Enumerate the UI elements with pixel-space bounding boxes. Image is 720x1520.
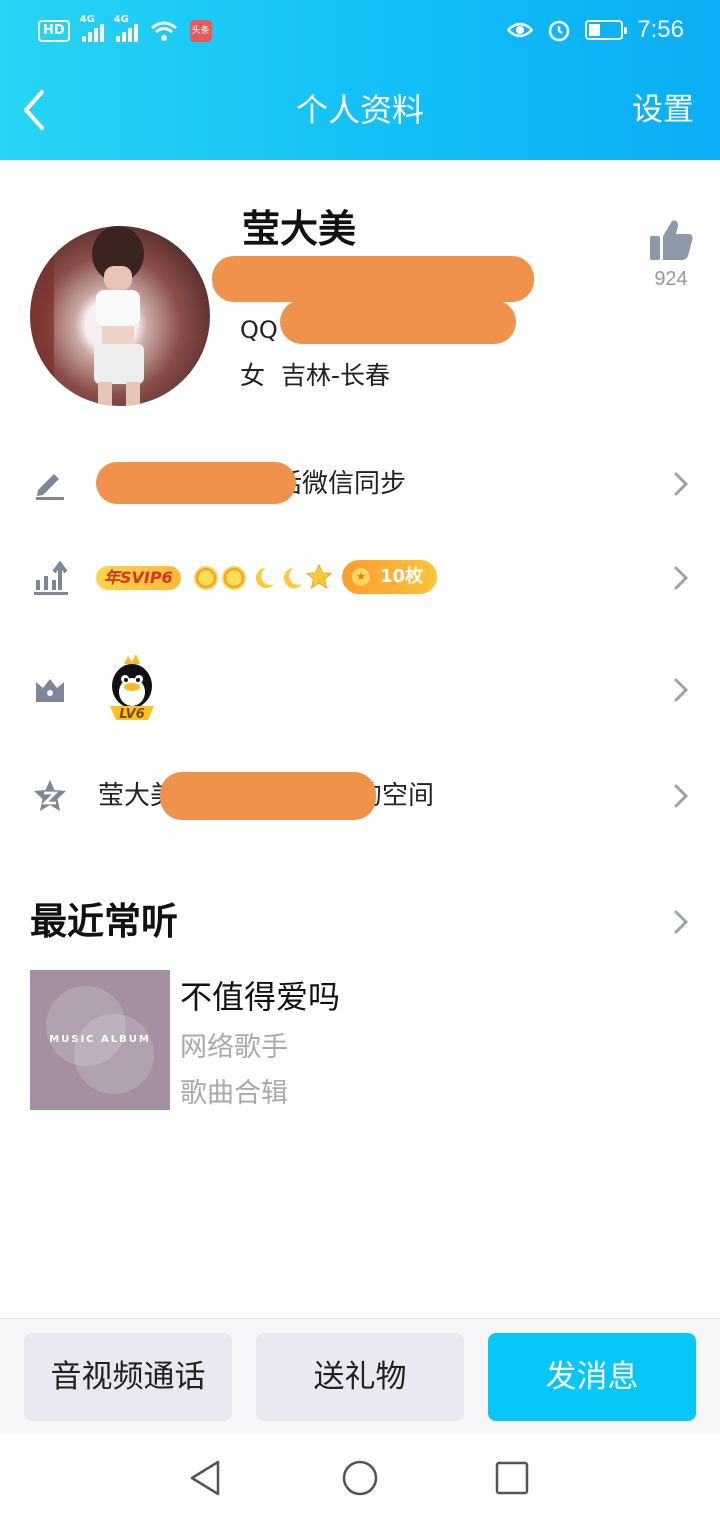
row-qzone[interactable]: 莹大美 的空间 [0,756,720,836]
row-signature[interactable]: 话微信同步 [0,444,720,524]
like-count: 924 [654,268,688,290]
row-level[interactable]: LV6 [0,650,720,730]
chevron-right-icon [674,784,689,808]
home-circle-icon[interactable] [340,1458,380,1498]
row-vip[interactable]: 年SVIP6 ★ 10枚 [0,538,720,618]
wifi-icon [150,21,177,41]
recents-square-icon[interactable] [492,1458,532,1498]
page-title: 个人资料 [295,91,424,129]
battery-icon [585,20,628,40]
sun-icon [194,566,218,590]
signal-icon: 4G [80,14,104,42]
star-icon [306,564,332,590]
svip-badge: 年SVIP6 [96,566,181,590]
edit-icon [36,474,64,500]
crown-icon [36,679,64,702]
profile-location-line: 女 吉林-长春 [240,358,390,394]
album-art[interactable]: MUSIC ALBUM [30,970,170,1110]
qzone-star-icon [34,780,66,811]
header: HD 4G 4G 头条 7:56 个人资料 设置 [0,0,720,160]
redaction-overlay [96,462,296,504]
song-album: 歌曲合辑 [180,1078,288,1109]
chevron-right-icon [674,678,689,702]
thumbs-up-icon [650,220,693,260]
clock: 7:56 [637,16,684,43]
action-bar: 音视频通话 送礼物 发消息 [0,1318,720,1434]
settings-button[interactable]: 设置 [632,86,694,134]
song-artist: 网络歌手 [180,1032,288,1063]
profile-name: 莹大美 [242,207,357,251]
eye-icon [507,22,534,38]
chevron-right-icon [674,566,689,590]
penguin-level-icon: LV6 [110,654,154,722]
recent-section-title: 最近常听 [30,900,178,943]
sun-icon [222,566,246,590]
moon-icon [256,568,274,588]
like-button[interactable]: 924 [642,218,700,291]
news-app-icon: 头条 [189,20,212,42]
hd-icon: HD [38,20,70,42]
redaction-overlay [160,772,376,820]
system-nav-bar [0,1434,720,1520]
avatar[interactable] [30,226,210,406]
song-title[interactable]: 不值得爱吗 [180,974,340,1020]
location-text: 吉林-长春 [281,361,391,390]
redaction-overlay [212,256,534,302]
chevron-right-icon[interactable] [672,908,690,936]
alarm-icon [549,20,570,42]
send-message-button[interactable]: 发消息 [488,1333,696,1421]
back-triangle-icon[interactable] [186,1458,226,1498]
growth-chart-icon [34,560,68,595]
redaction-overlay [280,300,516,344]
chevron-right-icon [674,472,689,496]
gender-text: 女 [240,361,266,390]
coin-icon: ★ [350,566,372,588]
signal-icon-2: 4G [114,14,138,42]
coin-badge[interactable]: ★ 10枚 [342,560,438,594]
qq-number-label: QQ [240,316,278,344]
video-call-button[interactable]: 音视频通话 [24,1333,232,1421]
status-bar: HD 4G 4G 头条 7:56 [0,0,720,60]
moon-icon [284,568,302,588]
send-gift-button[interactable]: 送礼物 [256,1333,464,1421]
svg-text:LV6: LV6 [119,707,145,722]
